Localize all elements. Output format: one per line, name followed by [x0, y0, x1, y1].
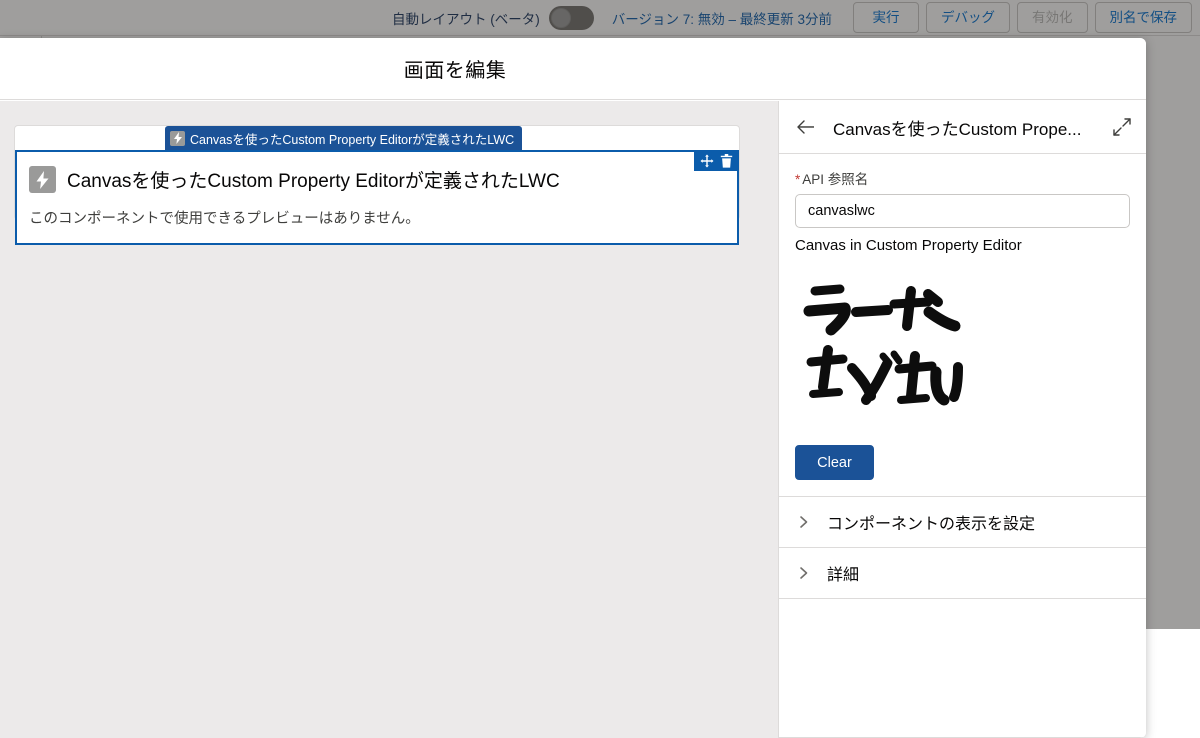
- modal-header: 画面を編集: [0, 38, 1146, 100]
- component-title: Canvasを使ったCustom Property Editorが定義されたLW…: [67, 166, 560, 193]
- api-name-label: *API 参照名: [795, 168, 1130, 188]
- screen-card: Canvasを使ったCustom Property Editorが定義されたLW…: [14, 125, 740, 220]
- back-arrow-icon[interactable]: [795, 116, 817, 138]
- move-icon[interactable]: [700, 154, 714, 168]
- component-tab-label: Canvasを使ったCustom Property Editorが定義されたLW…: [190, 129, 514, 148]
- component-tab[interactable]: Canvasを使ったCustom Property Editorが定義されたLW…: [165, 126, 522, 150]
- accordion-label: 詳細: [827, 561, 859, 585]
- delete-icon[interactable]: [720, 154, 733, 168]
- page-title: 画面を編集: [0, 54, 1146, 83]
- component-header: Canvasを使ったCustom Property Editorが定義されたLW…: [17, 152, 737, 193]
- properties-panel: Canvasを使ったCustom Prope... *API 参照名 Canva…: [778, 101, 1146, 738]
- drawing-canvas[interactable]: [795, 264, 1135, 429]
- close-icon[interactable]: [1130, 38, 1146, 42]
- selected-component[interactable]: Canvasを使ったCustom Property Editorが定義されたLW…: [15, 150, 739, 245]
- required-indicator: *: [795, 172, 800, 187]
- screen-canvas-area[interactable]: Canvasを使ったCustom Property Editorが定義されたLW…: [0, 101, 778, 738]
- properties-form-section: *API 参照名 Canvas in Custom Property Edito…: [779, 154, 1146, 497]
- lightning-bolt-icon: [170, 131, 185, 146]
- handwriting-strokes: [795, 264, 1135, 429]
- chevron-right-icon: [797, 566, 811, 580]
- custom-property-editor-label: Canvas in Custom Property Editor: [795, 237, 1130, 254]
- lightning-bolt-icon: [29, 166, 56, 193]
- chevron-right-icon: [797, 515, 811, 529]
- properties-title: Canvasを使ったCustom Prope...: [833, 115, 1104, 140]
- properties-header: Canvasを使ったCustom Prope...: [779, 101, 1146, 154]
- accordion-label: コンポーネントの表示を設定: [827, 510, 1035, 534]
- modal-body: Canvasを使ったCustom Property Editorが定義されたLW…: [0, 101, 1146, 738]
- component-preview-message: このコンポーネントで使用できるプレビューはありません。: [17, 193, 737, 228]
- accordion-component-visibility[interactable]: コンポーネントの表示を設定: [779, 497, 1146, 548]
- clear-button[interactable]: Clear: [795, 445, 874, 480]
- component-action-bar: [694, 150, 739, 171]
- edit-screen-modal: 画面を編集 Canvasを使ったCustom Property Editorが定…: [0, 38, 1146, 738]
- accordion-details[interactable]: 詳細: [779, 548, 1146, 599]
- expand-icon[interactable]: [1112, 117, 1132, 137]
- api-name-label-text: API 参照名: [802, 172, 868, 187]
- api-name-input[interactable]: [795, 194, 1130, 228]
- properties-panel-tail: [779, 599, 1146, 738]
